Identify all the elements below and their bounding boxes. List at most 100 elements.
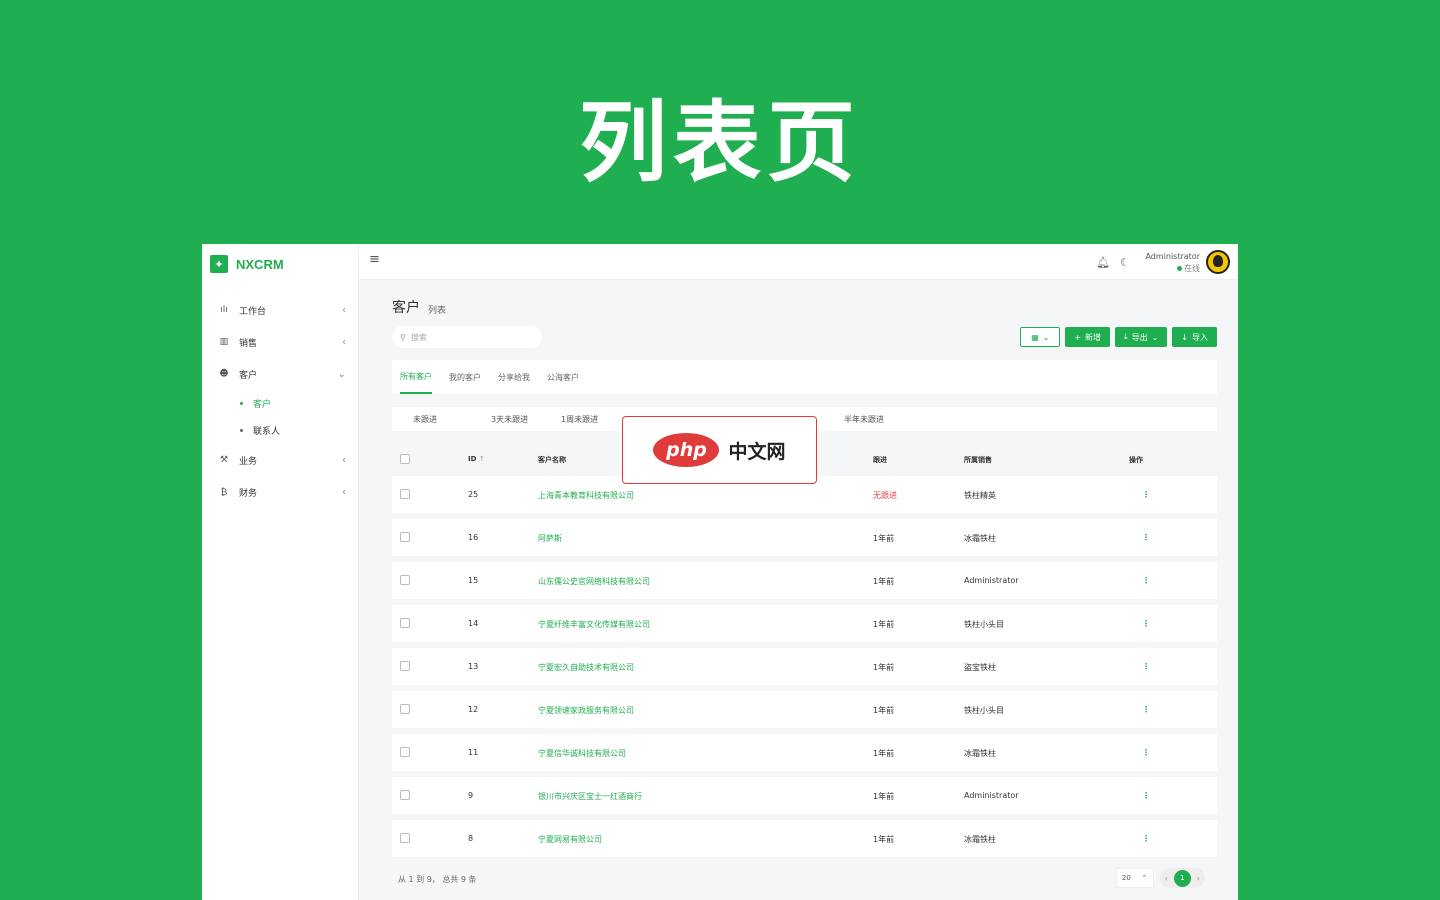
sidebar-item-finance[interactable]: ₿ 财务 ‹ [202, 476, 358, 508]
sidebar-item-customers[interactable]: ☻ 客户 ⌄ [202, 358, 358, 390]
more-actions-icon[interactable]: ⋮ [1142, 490, 1150, 499]
table-row[interactable]: 9 银川市兴庆区宝士一红酒商行 1年前 Administrator ⋮ [392, 777, 1217, 814]
filter-not-followed[interactable]: 未跟进 [413, 414, 437, 425]
more-actions-icon[interactable]: ⋮ [1142, 834, 1150, 843]
watermark-logo: php 中文网 [622, 416, 817, 484]
bar-chart-icon: ▥ [219, 337, 229, 347]
row-checkbox[interactable] [400, 704, 410, 714]
filter-half-year[interactable]: 半年未跟进 [844, 414, 884, 425]
arrow-down-icon: ↓ [1181, 332, 1188, 342]
user-info[interactable]: Administrator 在线 [1145, 251, 1200, 275]
filter-3-days[interactable]: 3天未跟进 [491, 414, 528, 425]
row-checkbox[interactable] [400, 790, 410, 800]
row-checkbox[interactable] [400, 532, 410, 542]
cell-follow: 1年前 [873, 749, 895, 758]
sort-icon: ↑ [478, 455, 485, 463]
table-row[interactable]: 11 宁夏信华诚科技有限公司 1年前 冰霜铁柱 ⋮ [392, 734, 1217, 771]
more-actions-icon[interactable]: ⋮ [1142, 619, 1150, 628]
chevron-down-icon: ⌄ [1151, 332, 1159, 342]
export-button-label: 导出 [1131, 332, 1148, 342]
gavel-icon: ⚒ [219, 455, 229, 465]
chevron-left-icon: ‹ [342, 454, 346, 466]
tab-public-customers[interactable]: 公海客户 [547, 360, 579, 394]
cell-id: 11 [468, 748, 479, 757]
cell-customer-name[interactable]: 阿萨斯 [538, 533, 562, 544]
cell-id: 12 [468, 705, 479, 714]
cell-id: 16 [468, 533, 479, 542]
chevron-left-icon: ‹ [342, 304, 346, 316]
search-input[interactable]: ⚲ 搜索 [392, 326, 542, 348]
avatar[interactable] [1206, 250, 1230, 274]
watermark-text: 中文网 [728, 440, 786, 463]
table-row[interactable]: 16 阿萨斯 1年前 冰霜铁柱 ⋮ [392, 519, 1217, 556]
sidebar-subitem-customers[interactable]: 客户 [202, 390, 358, 417]
export-button[interactable]: ⤓ 导出 ⌄ [1115, 327, 1168, 347]
row-checkbox[interactable] [400, 661, 410, 671]
sidebar-item-sales[interactable]: ▥ 销售 ‹ [202, 326, 358, 358]
col-id[interactable]: ID ↑ [468, 455, 485, 463]
chevron-down-icon: ⌄ [337, 368, 346, 380]
main-content: 客户 列表 ⚲ 搜索 ▦ ⌄ + 新增 ⤓ 导出 ⌄ ↓ 导入 所有客户 我的客户 分享给… [359, 280, 1238, 900]
topbar: ≡ 🔔︎ ☾ Administrator 在线 [359, 244, 1238, 280]
page-size-value: 20 [1121, 874, 1131, 882]
row-checkbox[interactable] [400, 747, 410, 757]
more-actions-icon[interactable]: ⋮ [1142, 576, 1150, 585]
logo[interactable]: ✦ NXCRM [202, 244, 358, 284]
import-button[interactable]: ↓ 导入 [1172, 327, 1217, 347]
cell-customer-name[interactable]: 宁夏宏久自助技术有限公司 [538, 662, 634, 673]
tab-my-customers[interactable]: 我的客户 [449, 360, 481, 394]
filter-1-week[interactable]: 1周未跟进 [561, 414, 598, 425]
more-actions-icon[interactable]: ⋮ [1142, 662, 1150, 671]
row-checkbox[interactable] [400, 575, 410, 585]
more-actions-icon[interactable]: ⋮ [1142, 705, 1150, 714]
cell-follow: 1年前 [873, 792, 895, 801]
table-row[interactable]: 14 宁夏纤维丰富文化传媒有限公司 1年前 铁柱小头目 ⋮ [392, 605, 1217, 642]
prev-page-icon[interactable]: ‹ [1165, 874, 1168, 883]
page-size-select[interactable]: 20 ⌃ [1115, 868, 1154, 888]
table-row[interactable]: 15 山东儒公史官网络科技有限公司 1年前 Administrator ⋮ [392, 562, 1217, 599]
table-row[interactable]: 8 宁夏网易有限公司 1年前 冰霜铁柱 ⋮ [392, 820, 1217, 857]
cell-customer-name[interactable]: 山东儒公史官网络科技有限公司 [538, 576, 650, 587]
menu-toggle-icon[interactable]: ≡ [369, 252, 380, 267]
new-button[interactable]: + 新增 [1065, 327, 1111, 347]
more-actions-icon[interactable]: ⋮ [1142, 748, 1150, 757]
cell-follow: 1年前 [873, 534, 895, 543]
user-status: 在线 [1145, 263, 1200, 275]
sidebar-item-label: 财务 [239, 488, 258, 499]
next-page-icon[interactable]: › [1197, 874, 1200, 883]
cell-customer-name[interactable]: 宁夏网易有限公司 [538, 834, 602, 845]
tab-all-customers[interactable]: 所有客户 [400, 360, 432, 394]
row-checkbox[interactable] [400, 489, 410, 499]
cell-customer-name[interactable]: 宁夏信华诚科技有限公司 [538, 748, 626, 759]
more-actions-icon[interactable]: ⋮ [1142, 533, 1150, 542]
sidebar-item-business[interactable]: ⚒ 业务 ‹ [202, 444, 358, 476]
sidebar-item-workbench[interactable]: ılı 工作台 ‹ [202, 294, 358, 326]
select-all-checkbox[interactable] [400, 454, 410, 464]
cell-customer-name[interactable]: 银川市兴庆区宝士一红酒商行 [538, 791, 642, 802]
bitcoin-icon: ₿ [220, 487, 228, 498]
page-subtitle: 列表 [428, 306, 447, 316]
cell-customer-name[interactable]: 上海青本教育科技有限公司 [538, 490, 634, 501]
table-row[interactable]: 13 宁夏宏久自助技术有限公司 1年前 盗宝铁柱 ⋮ [392, 648, 1217, 685]
bell-icon[interactable]: 🔔︎ [1096, 256, 1110, 269]
cell-customer-name[interactable]: 宁夏纤维丰富文化传媒有限公司 [538, 619, 650, 630]
row-checkbox[interactable] [400, 833, 410, 843]
sidebar-item-label: 客户 [239, 370, 258, 381]
cell-customer-name[interactable]: 宁夏领速家政服务有限公司 [538, 705, 634, 716]
moon-icon[interactable]: ☾ [1120, 256, 1130, 269]
app-window: ✦ NXCRM ılı 工作台 ‹ ▥ 销售 ‹ ☻ 客户 ⌄ 客户 联系人 ⚒… [202, 244, 1238, 900]
pagination-summary: 从 1 到 9， 总共 9 条 [398, 875, 477, 884]
sidebar-item-label: 工作台 [239, 306, 267, 317]
cell-sales: 冰霜铁柱 [964, 534, 996, 543]
row-checkbox[interactable] [400, 618, 410, 628]
tab-shared-with-me[interactable]: 分享给我 [498, 360, 530, 394]
more-actions-icon[interactable]: ⋮ [1142, 791, 1150, 800]
php-logo: php [653, 433, 720, 467]
table-row[interactable]: 12 宁夏领速家政服务有限公司 1年前 铁柱小头目 ⋮ [392, 691, 1217, 728]
page-number-current[interactable]: 1 [1173, 869, 1191, 887]
download-icon: ⤓ [1124, 332, 1128, 341]
view-switch-button[interactable]: ▦ ⌄ [1020, 327, 1061, 347]
page-title: 客户 [392, 300, 420, 316]
sidebar-subitem-contacts[interactable]: 联系人 [202, 417, 358, 444]
tabs: 所有客户 我的客户 分享给我 公海客户 [392, 360, 1217, 394]
